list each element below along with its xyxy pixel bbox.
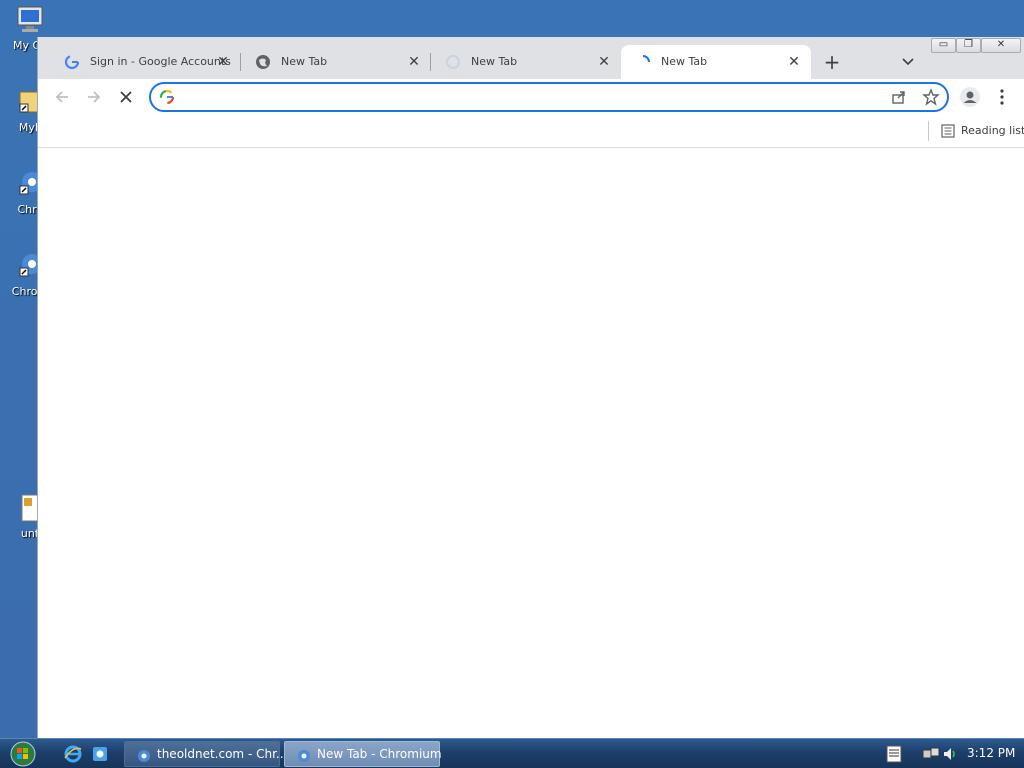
reading-list-button[interactable]: Reading list: [928, 121, 1024, 141]
taskbar-clock[interactable]: 3:12 PM: [967, 746, 1015, 760]
window-close-button[interactable]: ✕: [981, 38, 1021, 53]
tab-sign-in-google[interactable]: Sign in - Google Accounts ✕: [50, 45, 240, 79]
forward-button[interactable]: [81, 84, 107, 110]
network-icon[interactable]: [922, 746, 940, 766]
tab-new-tab-3[interactable]: New Tab ✕: [431, 45, 621, 79]
browser-toolbar: [38, 79, 1024, 115]
taskbar-item-new-tab-chromium[interactable]: New Tab - Chromium: [284, 741, 442, 767]
maximize-button[interactable]: ❐: [956, 38, 981, 53]
stop-x-icon: [113, 91, 139, 114]
tab-title: New Tab: [661, 55, 708, 68]
avatar-icon: [957, 87, 983, 114]
google-icon: [64, 54, 80, 70]
taskbar-item-theoldnet[interactable]: theoldnet.com - Chr...: [124, 741, 287, 767]
tab-title: New Tab: [471, 55, 518, 68]
close-icon[interactable]: ✕: [405, 53, 423, 71]
chevron-down-icon: [901, 58, 915, 77]
internet-explorer-icon: [63, 745, 83, 768]
close-icon[interactable]: ✕: [785, 53, 803, 71]
close-icon[interactable]: ✕: [214, 53, 232, 71]
quicklaunch-explorer[interactable]: [90, 744, 110, 764]
close-icon[interactable]: ✕: [595, 53, 613, 71]
page-content: [38, 148, 1024, 738]
address-bar[interactable]: [149, 82, 949, 112]
reading-list-label: Reading list: [961, 124, 1024, 137]
bookmarks-bar: Reading list: [38, 115, 1024, 148]
taskbar-item-label: theoldnet.com - Chr...: [157, 747, 288, 761]
tab-title: Sign in - Google Accounts: [90, 55, 231, 68]
google-icon: [159, 89, 175, 109]
tab-strip: Sign in - Google Accounts ✕ New Tab ✕ Ne…: [38, 37, 1024, 79]
taskbar: theoldnet.com - Chr... New Tab - Chromiu…: [0, 738, 1024, 768]
keyboard-icon[interactable]: [886, 745, 902, 767]
globe-icon: [255, 54, 271, 70]
tab-search-button[interactable]: [898, 51, 918, 73]
chromium-icon: [137, 747, 151, 762]
browser-window: Sign in - Google Accounts ✕ New Tab ✕ Ne…: [37, 37, 1024, 738]
computer-icon: [14, 4, 46, 36]
share-icon[interactable]: [890, 88, 908, 110]
folder-window-icon: [90, 747, 110, 768]
menu-button[interactable]: [989, 84, 1015, 110]
address-input[interactable]: [181, 88, 871, 106]
tab-new-tab-active[interactable]: New Tab ✕: [621, 45, 811, 79]
taskbar-item-label: New Tab - Chromium: [317, 747, 442, 761]
start-button[interactable]: [8, 740, 38, 768]
volume-icon[interactable]: [942, 746, 958, 766]
bookmark-star-icon[interactable]: [922, 88, 940, 110]
arrow-right-icon: [81, 91, 107, 114]
minimize-button[interactable]: ▭: [931, 38, 956, 53]
faded-tab-icon: [445, 54, 461, 70]
quicklaunch-ie[interactable]: [63, 744, 83, 764]
stop-loading-button[interactable]: [113, 84, 139, 110]
arrow-left-icon: [49, 91, 75, 114]
tab-new-tab-2[interactable]: New Tab ✕: [241, 45, 431, 79]
chromium-icon: [297, 747, 311, 762]
kebab-menu-icon: [989, 89, 1015, 114]
profile-button[interactable]: [957, 84, 983, 110]
reading-list-icon: [941, 124, 955, 141]
loading-spinner-icon: [635, 54, 651, 70]
tab-title: New Tab: [281, 55, 328, 68]
windows-orb-icon: [8, 741, 38, 768]
back-button[interactable]: [49, 84, 75, 110]
new-tab-button[interactable]: +: [820, 51, 844, 75]
system-tray: 3:12 PM: [884, 739, 1024, 768]
